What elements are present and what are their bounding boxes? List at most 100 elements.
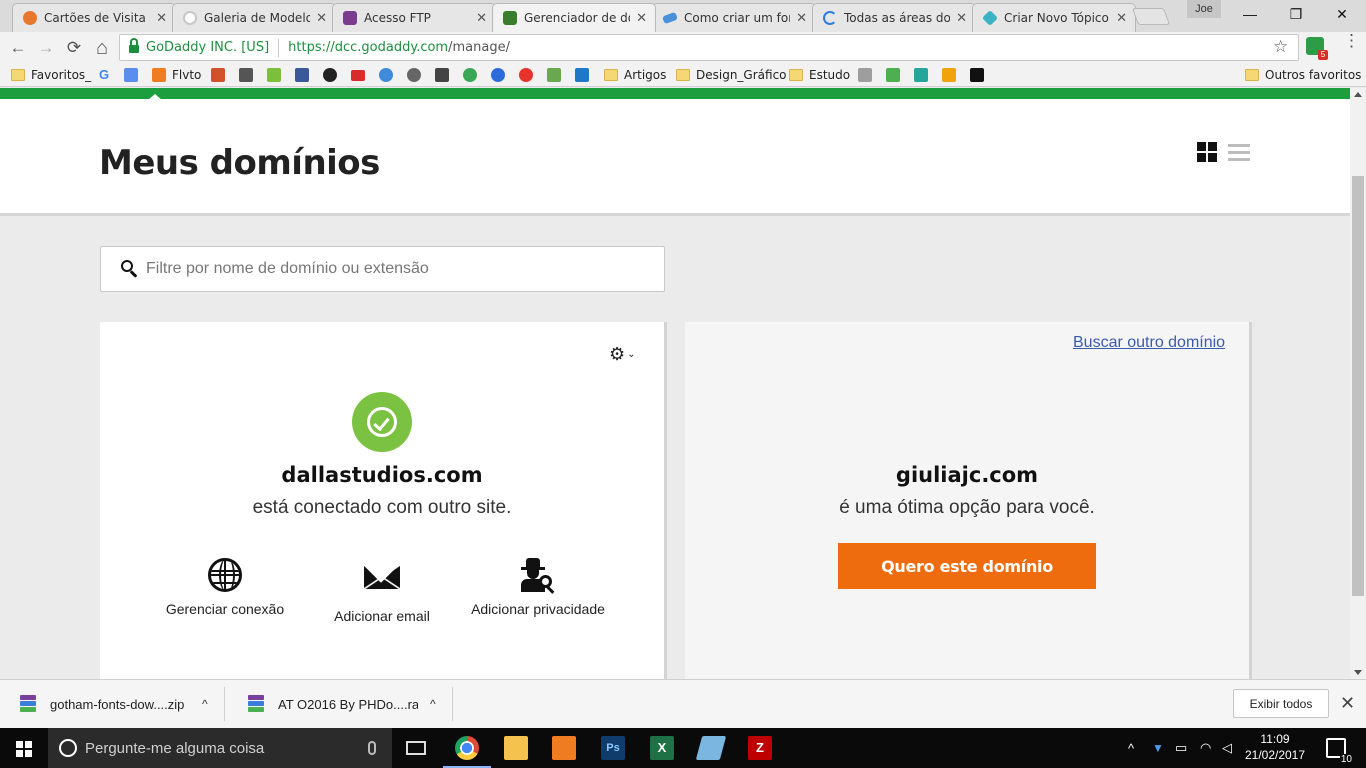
bookmark-youtube[interactable] <box>351 67 365 83</box>
window-close-button[interactable]: ✕ <box>1319 0 1365 28</box>
add-email-action[interactable]: Adicionar email <box>297 558 467 624</box>
chat-icon <box>547 68 561 82</box>
close-icon[interactable]: ✕ <box>796 10 807 26</box>
vector-icon <box>239 68 253 82</box>
forward-button[interactable]: → <box>35 37 57 59</box>
address-bar[interactable]: GoDaddy INC. [US] https://dcc.godaddy.co… <box>119 34 1299 61</box>
show-all-downloads-button[interactable]: Exibir todos <box>1233 689 1329 718</box>
reload-button[interactable]: ⟳ <box>63 37 85 59</box>
scroll-up-icon[interactable] <box>1354 92 1362 97</box>
want-domain-button[interactable]: Quero este domínio <box>838 543 1096 589</box>
battery-icon[interactable]: ▭ <box>1175 728 1187 768</box>
excel-icon[interactable]: X <box>650 736 674 760</box>
bookmark-folder-design[interactable]: Design_Gráfico <box>676 67 787 83</box>
tab-favicon <box>183 11 197 25</box>
tab-gerenciador[interactable]: Gerenciador de do ✕ <box>492 3 656 32</box>
task-view-icon[interactable] <box>406 741 426 755</box>
bookmark-v-orange[interactable] <box>942 67 956 83</box>
filezilla-icon[interactable]: Z <box>748 736 772 760</box>
bookmark-trello[interactable] <box>575 67 589 83</box>
close-icon[interactable]: ✕ <box>316 10 327 26</box>
page-scrollbar[interactable] <box>1350 88 1366 679</box>
bookmark-flower[interactable] <box>379 67 393 83</box>
maximize-button[interactable]: ❐ <box>1273 0 1319 28</box>
notification-center-icon[interactable]: 10 <box>1326 738 1353 765</box>
bookmark-folder-artigos[interactable]: Artigos <box>604 67 666 83</box>
bookmark-m[interactable] <box>970 67 984 83</box>
tab-cartoes[interactable]: Cartões de Visita B ✕ <box>12 3 176 32</box>
download-filename: AT O2016 By PHDo....rar <box>278 696 418 712</box>
search-other-domain-link[interactable]: Buscar outro domínio <box>1073 334 1225 352</box>
file-explorer-icon[interactable] <box>504 736 528 760</box>
cortana-search[interactable]: Pergunte-me alguma coisa <box>48 728 392 768</box>
scroll-thumb[interactable] <box>1352 176 1364 596</box>
action-label: Adicionar privacidade <box>471 601 605 617</box>
des-icon <box>914 68 928 82</box>
chevron-up-icon[interactable]: ^ <box>430 697 436 711</box>
app-icon[interactable] <box>695 736 727 760</box>
bookmark-chat[interactable] <box>547 67 561 83</box>
bookmark-v[interactable] <box>239 67 253 83</box>
bookmark-label: Flvto <box>172 68 202 82</box>
chrome-icon[interactable] <box>443 736 491 768</box>
scroll-down-icon[interactable] <box>1354 670 1362 675</box>
volume-icon[interactable]: ◁ <box>1222 728 1232 768</box>
browser-menu-icon[interactable]: ⋮ <box>1343 32 1360 49</box>
profile-button[interactable]: Joe <box>1187 0 1221 18</box>
manage-connection-action[interactable]: Gerenciar conexão <box>140 558 310 617</box>
wifi-icon[interactable]: ◠ <box>1200 728 1211 768</box>
bookmark-star-icon[interactable]: ☆ <box>1273 37 1288 57</box>
chevron-up-icon[interactable]: ^ <box>202 697 208 711</box>
list-view-icon[interactable] <box>1228 144 1250 162</box>
extension-icon[interactable] <box>1306 37 1328 60</box>
start-button[interactable] <box>0 728 48 768</box>
close-icon[interactable]: ✕ <box>636 10 647 26</box>
new-tab-button[interactable] <box>1131 8 1171 25</box>
close-icon[interactable]: ✕ <box>956 10 967 26</box>
download-item[interactable]: AT O2016 By PHDo....rar ^ <box>248 687 453 721</box>
bookmark-one[interactable] <box>463 67 477 83</box>
home-button[interactable]: ⌂ <box>91 37 113 59</box>
close-icon[interactable]: ✕ <box>476 10 487 26</box>
microphone-icon[interactable] <box>368 741 376 755</box>
grid-view-icon[interactable] <box>1197 142 1217 162</box>
bookmark-facebook[interactable] <box>295 67 309 83</box>
bookmark-c[interactable] <box>435 67 449 83</box>
download-item[interactable]: gotham-fonts-dow....zip ^ <box>20 687 225 721</box>
clock[interactable]: 11:09 21/02/2017 <box>1240 731 1310 763</box>
bookmark-folder-outros[interactable]: Outros favoritos <box>1245 67 1361 83</box>
bookmark-grid[interactable] <box>858 67 872 83</box>
tray-overflow-icon[interactable]: ^ <box>1128 728 1134 768</box>
bookmark-tomato[interactable] <box>519 67 533 83</box>
bookmark-dots[interactable] <box>491 67 505 83</box>
media-player-icon[interactable] <box>552 736 576 760</box>
bookmark-d[interactable] <box>407 67 421 83</box>
tab-como-criar[interactable]: Como criar um for ✕ <box>652 3 816 32</box>
close-icon[interactable]: ✕ <box>156 10 167 26</box>
back-button[interactable]: ← <box>7 37 29 59</box>
bookmark-flvto[interactable]: Flvto <box>152 67 201 83</box>
minimize-button[interactable]: — <box>1227 0 1273 28</box>
bookmark-des-2[interactable] <box>914 67 928 83</box>
bookmark-download[interactable] <box>267 67 281 83</box>
bookmark-google-translate[interactable] <box>124 67 138 83</box>
domain-search-input[interactable] <box>146 260 664 278</box>
bookmark-google[interactable]: G <box>97 67 111 83</box>
network-drive-icon[interactable]: ▼ <box>1152 728 1164 768</box>
close-icon[interactable]: ✕ <box>1340 693 1355 714</box>
bookmark-github[interactable] <box>323 67 337 83</box>
photoshop-icon[interactable]: Ps <box>601 736 625 760</box>
tab-criar-topico[interactable]: Criar Novo Tópico ✕ <box>972 3 1136 32</box>
bookmark-folder-estudo[interactable]: Estudo <box>789 67 850 83</box>
tab-galeria[interactable]: Galeria de Modelo ✕ <box>172 3 336 32</box>
tab-todas-areas[interactable]: Todas as áreas do ✕ <box>812 3 976 32</box>
taskbar: Pergunte-me alguma coisa Ps X Z ^ ▼ ▭ ◠ … <box>0 728 1366 768</box>
bookmark-folder-favoritos[interactable]: Favoritos_ <box>11 67 91 83</box>
bookmark-ps[interactable] <box>211 67 225 83</box>
add-privacy-action[interactable]: Adicionar privacidade <box>453 558 623 617</box>
close-icon[interactable]: ✕ <box>1116 10 1127 26</box>
search-icon <box>121 260 139 278</box>
tab-acesso-ftp[interactable]: Acesso FTP ✕ <box>332 3 496 32</box>
domain-settings-button[interactable]: ⚙ ⌄ <box>609 344 636 365</box>
bookmark-des-1[interactable] <box>886 67 900 83</box>
